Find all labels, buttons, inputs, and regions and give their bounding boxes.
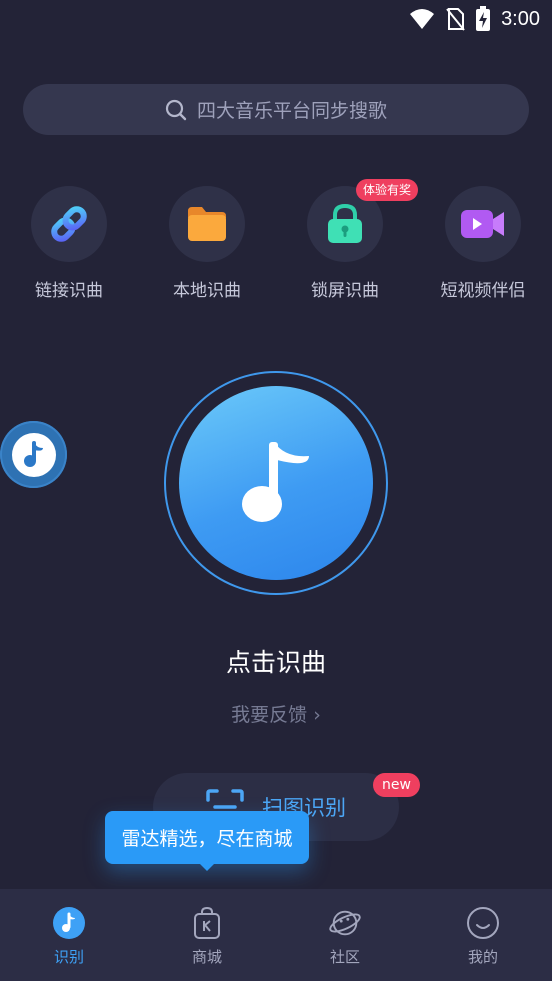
feature-video-circle xyxy=(445,186,521,262)
feature-local-circle xyxy=(169,186,245,262)
wifi-icon xyxy=(410,9,435,29)
search-icon xyxy=(165,99,187,120)
feature-local-recognize[interactable]: 本地识曲 xyxy=(147,186,267,301)
feedback-link[interactable]: 我要反馈 › xyxy=(0,700,552,727)
feature-label: 链接识曲 xyxy=(35,281,103,301)
nav-item-mine[interactable]: 我的 xyxy=(414,889,552,981)
nav-label: 识别 xyxy=(53,948,84,966)
floating-inner xyxy=(11,432,56,477)
nav-label: 社区 xyxy=(329,948,360,966)
nav-item-recognize[interactable]: 识别 xyxy=(0,889,138,981)
music-note-icon xyxy=(242,442,309,522)
feature-video-companion[interactable]: 短视频伴侣 xyxy=(423,186,543,301)
feature-label: 锁屏识曲 xyxy=(311,281,379,301)
feature-lock-recognize[interactable]: 锁屏识曲 xyxy=(285,186,405,301)
bottom-nav: 识别 商城 社区 我的 xyxy=(0,889,552,981)
nav-item-shop[interactable]: 商城 xyxy=(138,889,276,981)
music-note-icon xyxy=(23,440,43,467)
planet-icon xyxy=(328,906,362,940)
search-bar[interactable]: 四大音乐平台同步搜歌 xyxy=(23,84,529,135)
mall-tooltip[interactable]: 雷达精选，尽在商城 xyxy=(105,811,309,864)
recognize-button[interactable] xyxy=(179,386,373,580)
nav-label: 我的 xyxy=(467,948,498,966)
feature-link-recognize[interactable]: 链接识曲 xyxy=(9,186,129,301)
new-badge: new xyxy=(373,773,420,797)
nav-item-community[interactable]: 社区 xyxy=(276,889,414,981)
status-bar: 3:00 xyxy=(0,0,552,40)
shop-bag-icon xyxy=(190,906,224,940)
feature-link-circle xyxy=(31,186,107,262)
recognize-title: 点击识曲 xyxy=(225,648,326,677)
smiley-icon xyxy=(466,906,500,940)
folder-icon xyxy=(188,207,226,241)
feature-label: 本地识曲 xyxy=(173,281,241,301)
video-icon xyxy=(461,210,504,238)
floating-music-button[interactable] xyxy=(0,421,67,488)
promo-badge: 体验有奖 xyxy=(356,179,419,201)
battery-charging-icon xyxy=(476,6,491,31)
feature-label: 短视频伴侣 xyxy=(440,281,526,301)
tooltip-arrow xyxy=(198,862,216,871)
no-sim-icon xyxy=(446,8,465,31)
status-time: 3:00 xyxy=(501,7,540,30)
link-icon xyxy=(51,206,87,242)
status-icons: 3:00 xyxy=(409,6,540,32)
music-note-icon xyxy=(52,906,86,940)
search-placeholder: 四大音乐平台同步搜歌 xyxy=(196,100,387,122)
nav-label: 商城 xyxy=(191,948,222,966)
lock-icon xyxy=(328,203,362,243)
